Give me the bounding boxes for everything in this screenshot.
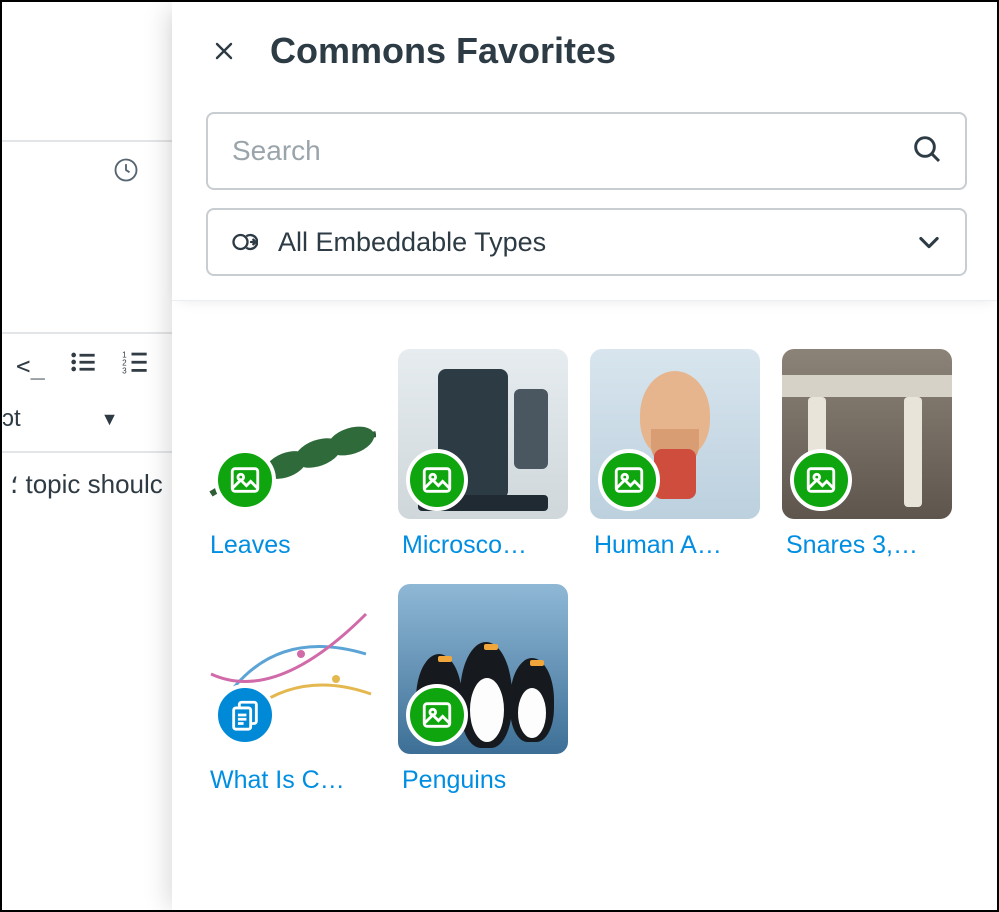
format-select-value: ɔt	[2, 405, 21, 433]
image-type-badge	[598, 449, 660, 511]
numbered-list-icon[interactable]: 1 2 3	[121, 348, 149, 383]
favorite-title: Leaves	[206, 531, 376, 560]
favorite-title: Snares 3,…	[782, 531, 952, 560]
favorite-title: Human A…	[590, 531, 760, 560]
svg-text:3: 3	[123, 367, 128, 376]
favorite-card-snares[interactable]: Snares 3,…	[782, 349, 952, 560]
app-frame: <̲ 1 2 3 ɔt ▼ ؛ topic shoulc	[0, 0, 999, 912]
image-type-badge	[406, 684, 468, 746]
panel-header: Commons Favorites All Embeddable T	[172, 2, 999, 301]
commons-icon	[230, 228, 258, 256]
favorite-title: Penguins	[398, 766, 568, 795]
thumbnail	[206, 349, 376, 519]
thumbnail	[590, 349, 760, 519]
editor-body-text[interactable]: ؛ topic shoulc	[2, 453, 192, 500]
search-field[interactable]	[206, 112, 967, 190]
caret-down-icon: ▼	[101, 409, 119, 430]
search-icon	[911, 133, 943, 170]
image-type-badge	[214, 449, 276, 511]
type-filter-dropdown[interactable]: All Embeddable Types	[206, 208, 967, 276]
thumbnail	[782, 349, 952, 519]
search-input[interactable]	[230, 134, 911, 168]
favorites-grid: Leaves Microsco…	[172, 301, 999, 912]
type-filter-label: All Embeddable Types	[278, 227, 895, 258]
thumbnail	[398, 584, 568, 754]
code-tag-icon[interactable]: <̲	[16, 352, 45, 380]
thumbnail	[398, 349, 568, 519]
favorite-title: What Is C…	[206, 766, 376, 795]
close-button[interactable]	[206, 33, 242, 69]
panel-title: Commons Favorites	[270, 30, 616, 72]
background-editor: <̲ 1 2 3 ɔt ▼ ؛ topic shoulc	[2, 2, 192, 910]
editor-toolbar: <̲ 1 2 3	[2, 334, 192, 397]
thumbnail	[206, 584, 376, 754]
bulleted-list-icon[interactable]	[69, 348, 97, 383]
document-type-badge	[214, 684, 276, 746]
favorite-card-penguins[interactable]: Penguins	[398, 584, 568, 795]
favorite-card-leaves[interactable]: Leaves	[206, 349, 376, 560]
chevron-down-icon	[915, 228, 943, 256]
clock-icon	[112, 156, 140, 189]
favorite-title: Microsco…	[398, 531, 568, 560]
commons-favorites-panel: Commons Favorites All Embeddable T	[172, 2, 999, 912]
format-select[interactable]: ɔt ▼	[2, 397, 192, 451]
favorite-card-human-anatomy[interactable]: Human A…	[590, 349, 760, 560]
image-type-badge	[406, 449, 468, 511]
favorite-card-cartography[interactable]: What Is C…	[206, 584, 376, 795]
image-type-badge	[790, 449, 852, 511]
clock-icon-row	[2, 142, 192, 202]
favorite-card-microscope[interactable]: Microsco…	[398, 349, 568, 560]
